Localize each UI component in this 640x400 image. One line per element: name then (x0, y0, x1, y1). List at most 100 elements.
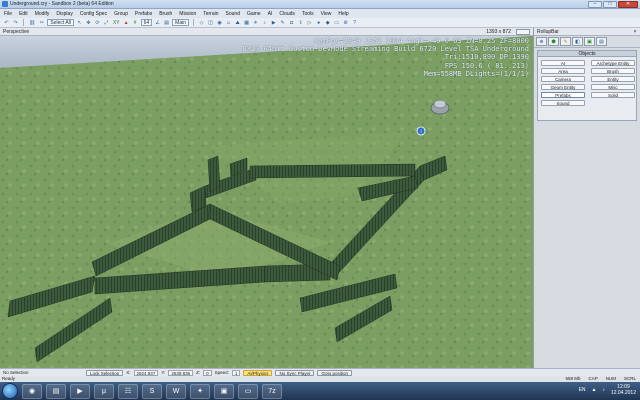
select-icon[interactable]: ↖ (76, 19, 83, 26)
texture-icon[interactable]: ▦ (243, 19, 250, 26)
object-button-ai[interactable]: AI (541, 60, 585, 66)
ai-physics-button[interactable]: AI/Physics (243, 369, 273, 376)
angle-snap-icon[interactable]: ∠ (154, 19, 161, 26)
archive-icon[interactable]: 7z (262, 383, 282, 399)
viewport-options-button[interactable] (516, 29, 530, 35)
menu-view[interactable]: View (321, 11, 332, 17)
rollup-close-icon[interactable]: × (632, 29, 638, 35)
layer-icon[interactable]: ▤ (163, 19, 170, 26)
menu-group[interactable]: Group (114, 11, 128, 17)
menu-ai[interactable]: AI (268, 11, 273, 17)
database-icon[interactable]: ◫ (207, 19, 214, 26)
window-title: Underground.cry - Sandbox 2 (beta) 64 Ed… (10, 1, 114, 7)
undo-icon[interactable]: ↶ (3, 19, 10, 26)
menu-display[interactable]: Display (56, 11, 72, 17)
menu-help[interactable]: Help (338, 11, 348, 17)
material-icon[interactable]: ◉ (216, 19, 223, 26)
utorrent-icon[interactable]: µ (94, 383, 114, 399)
object-button-geom-entity[interactable]: Geom Entity (541, 84, 585, 90)
viewport-title[interactable]: Perspective (3, 29, 29, 35)
selection-filter-dropdown[interactable]: Select All (47, 19, 74, 26)
close-button[interactable]: ✕ (618, 1, 638, 8)
menu-config-spec[interactable]: Config Spec (80, 11, 107, 17)
z-coordinate-field[interactable]: 0 (203, 369, 212, 376)
camera-icon[interactable]: ◘ (288, 19, 295, 26)
layer-dropdown[interactable]: Main (172, 19, 190, 26)
script-icon[interactable]: ✎ (279, 19, 286, 26)
game-mode-icon[interactable]: ▷ (306, 19, 313, 26)
tab-display[interactable]: ◧ (572, 37, 583, 46)
xy-axis-icon[interactable]: XY (112, 19, 121, 26)
object-button-entity[interactable]: Entity (591, 76, 635, 82)
character-icon[interactable]: ☺ (225, 19, 232, 26)
firefox-icon[interactable]: ◉ (22, 383, 42, 399)
menu-brush[interactable]: Brush (159, 11, 172, 17)
grid-snap-icon[interactable]: # (132, 19, 139, 26)
y-coordinate-field[interactable]: 2539.836 (168, 369, 194, 376)
physics-icon[interactable]: ● (315, 19, 322, 26)
lock-selection-button[interactable]: Lock Selection (86, 369, 124, 376)
perspective-viewport[interactable]: i CamPos=2949 1352 1004 Angl=-49 0 63 ZN… (0, 36, 533, 368)
skype-icon[interactable]: S (142, 383, 162, 399)
menu-edit[interactable]: Edit (19, 11, 28, 17)
media-player-icon[interactable]: ▶ (70, 383, 90, 399)
tray-arrow-icon[interactable]: ▲ (592, 387, 597, 393)
terrain-editor-icon[interactable]: ⛰ (234, 19, 241, 26)
menu-prefabs[interactable]: Prefabs (135, 11, 152, 17)
menu-mission[interactable]: Mission (179, 11, 196, 17)
no-sync-player-button[interactable]: No Sync Player (275, 369, 315, 376)
object-button-prefabs[interactable]: Prefabs (541, 92, 585, 98)
grid-size-dropdown[interactable]: 64 (140, 19, 153, 26)
menu-game[interactable]: Game (247, 11, 261, 17)
minimize-button[interactable]: – (588, 1, 602, 8)
rotate-icon[interactable]: ⟳ (94, 19, 101, 26)
link-icon[interactable]: ⛓ (28, 19, 36, 26)
terrain-snap-icon[interactable]: ▲ (123, 19, 130, 26)
network-icon[interactable]: ☷ (118, 383, 138, 399)
menu-modify[interactable]: Modify (35, 11, 50, 17)
sandbox-editor-icon[interactable]: ▣ (214, 383, 234, 399)
menu-sound[interactable]: Sound (226, 11, 240, 17)
object-button-misc[interactable]: Misc (591, 84, 635, 90)
terminal-icon[interactable]: ▭ (238, 383, 258, 399)
game-icon[interactable]: ✦ (190, 383, 210, 399)
move-icon[interactable]: ✥ (85, 19, 92, 26)
tab-objects[interactable]: ⊕ (536, 37, 547, 46)
menu-clouds[interactable]: Clouds (279, 11, 295, 17)
tab-settings[interactable]: ▤ (596, 37, 607, 46)
explorer-icon[interactable]: ▤ (46, 383, 66, 399)
menu-file[interactable]: File (4, 11, 12, 17)
x-coordinate-field[interactable]: 2924.937 (133, 369, 159, 376)
object-button-sound[interactable]: Sound (541, 100, 585, 106)
start-button[interactable] (2, 383, 18, 399)
volume-icon[interactable]: ♪ (602, 387, 605, 393)
help-icon[interactable]: ? (351, 19, 358, 26)
export-icon[interactable]: ⇪ (297, 19, 304, 26)
object-button-camera[interactable]: Camera (541, 76, 585, 82)
language-indicator[interactable]: EN (579, 387, 586, 393)
settings-icon[interactable]: ⚙ (342, 19, 349, 26)
object-button-brush[interactable]: Brush (591, 68, 635, 74)
tab-modeling[interactable]: ✎ (560, 37, 571, 46)
flowgraph-icon[interactable]: ◇ (198, 19, 205, 26)
track-view-icon[interactable]: ▶ (270, 19, 277, 26)
sound-icon[interactable]: ♪ (261, 19, 268, 26)
scale-icon[interactable]: ⤢ (103, 19, 110, 26)
object-button-area[interactable]: Area (541, 68, 585, 74)
menu-tools[interactable]: Tools (302, 11, 314, 17)
redo-icon[interactable]: ↷ (12, 19, 19, 26)
lighting-icon[interactable]: ☀ (252, 19, 259, 26)
ai-icon[interactable]: ◆ (324, 19, 331, 26)
object-button-archetype-entity[interactable]: Archetype Entity (591, 60, 635, 66)
goto-position-button[interactable]: Goto position (317, 369, 352, 376)
speed-field[interactable]: 1 (231, 369, 241, 376)
maximize-button[interactable]: □ (603, 1, 617, 8)
word-icon[interactable]: W (166, 383, 186, 399)
object-button-solid[interactable]: Solid (591, 92, 635, 98)
tab-layers[interactable]: ▣ (584, 37, 595, 46)
unlink-icon[interactable]: ✂ (38, 19, 45, 26)
console-icon[interactable]: ▭ (333, 19, 340, 26)
clock[interactable]: 12:09 12.04.2012 (611, 384, 636, 396)
menu-terrain[interactable]: Terrain (203, 11, 218, 17)
tab-terrain[interactable]: ⬢ (548, 37, 559, 46)
